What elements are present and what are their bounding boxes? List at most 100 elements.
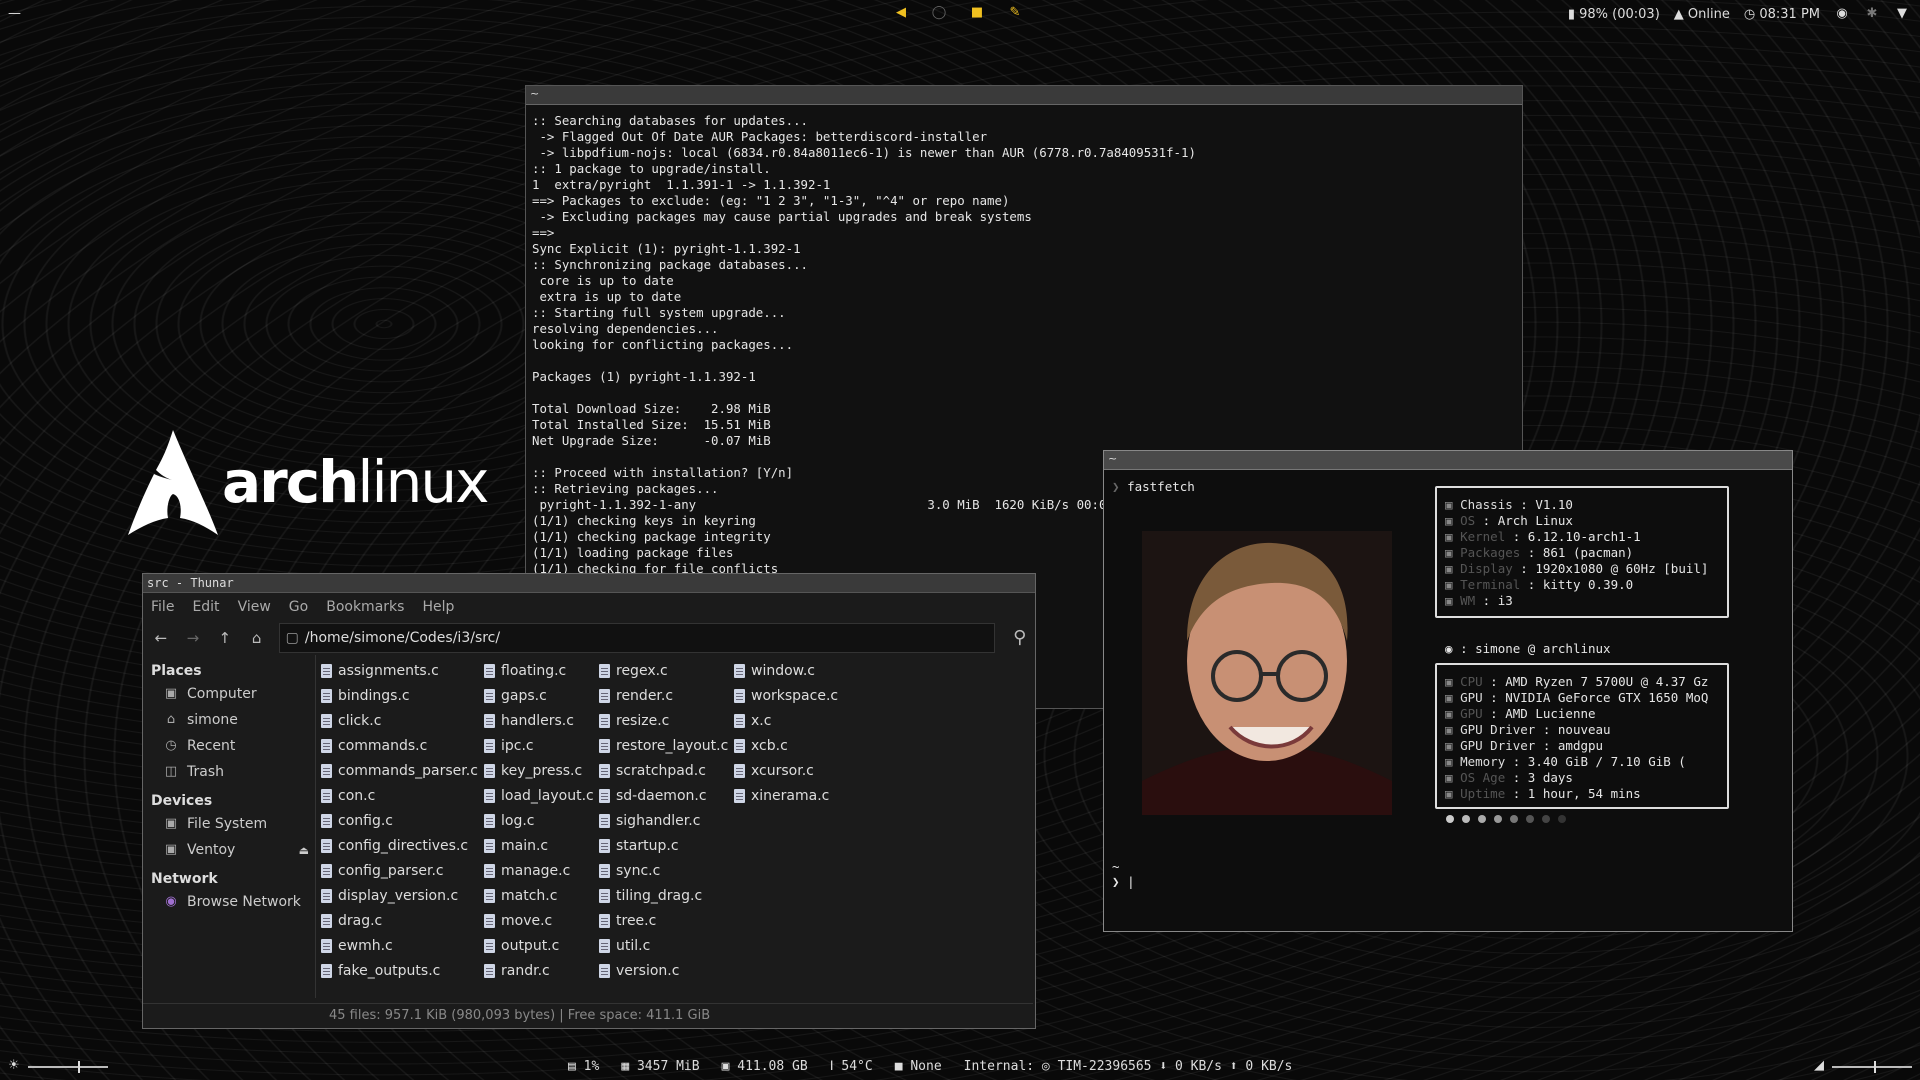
file-item[interactable]: commands.c — [321, 735, 427, 757]
volume-icon[interactable]: ◢ — [1814, 1058, 1824, 1073]
file-item[interactable]: regex.c — [599, 660, 668, 682]
file-item[interactable]: randr.c — [484, 960, 550, 982]
file-item[interactable]: util.c — [599, 935, 650, 957]
file-item[interactable]: tree.c — [599, 910, 656, 932]
file-item[interactable]: main.c — [484, 835, 548, 857]
menu-help[interactable]: Help — [422, 599, 454, 615]
top-bar-status: ▮ 98% (00:03) ▲ Online ◷ 08:31 PM ◉ ✱ ▼ — [1568, 6, 1910, 22]
terminal-window-fastfetch[interactable]: ~ ❯ fastfetch ▣ Chassis : V1.10 ▣ OS : Ar… — [1103, 450, 1793, 932]
vscode-icon[interactable]: ◀ — [893, 5, 909, 21]
file-item[interactable]: load_layout.c — [484, 785, 594, 807]
fastfetch-title: ~ — [1104, 451, 1792, 470]
file-item[interactable]: move.c — [484, 910, 552, 932]
file-item[interactable]: floating.c — [484, 660, 566, 682]
file-item[interactable]: scratchpad.c — [599, 760, 706, 782]
file-name: ipc.c — [501, 738, 534, 754]
sidebar-item-simone[interactable]: ⌂ simone — [143, 707, 315, 733]
file-item[interactable]: xinerama.c — [734, 785, 829, 807]
file-item[interactable]: click.c — [321, 710, 381, 732]
file-item[interactable]: tiling_drag.c — [599, 885, 702, 907]
file-item[interactable]: xcb.c — [734, 735, 788, 757]
file-item[interactable]: ipc.c — [484, 735, 534, 757]
file-item[interactable]: config_directives.c — [321, 835, 468, 857]
file-item[interactable]: bindings.c — [321, 685, 410, 707]
file-item[interactable]: key_press.c — [484, 760, 582, 782]
menu-edit[interactable]: Edit — [192, 599, 219, 615]
home-icon[interactable]: ⌂ — [247, 628, 267, 648]
bluetooth-icon[interactable]: ✱ — [1864, 6, 1880, 22]
forward-icon[interactable]: → — [183, 628, 203, 648]
discord-icon[interactable]: ◉ — [1834, 6, 1850, 22]
file-icon — [734, 789, 745, 803]
terminal-prompt[interactable]: ~ ❯ | — [1112, 859, 1135, 889]
editor-icon[interactable]: ✎ — [1007, 5, 1023, 21]
menu-bookmarks[interactable]: Bookmarks — [326, 599, 404, 615]
file-item[interactable]: workspace.c — [734, 685, 838, 707]
file-name: display_version.c — [338, 888, 459, 904]
file-name: xcursor.c — [751, 763, 814, 779]
back-icon[interactable]: ← — [151, 628, 171, 648]
search-icon[interactable]: ⚲ — [1013, 627, 1035, 649]
file-item[interactable]: startup.c — [599, 835, 679, 857]
file-icon — [321, 939, 332, 953]
brightness-slider[interactable] — [28, 1061, 108, 1073]
file-item[interactable]: window.c — [734, 660, 815, 682]
file-name: scratchpad.c — [616, 763, 706, 779]
file-item[interactable]: con.c — [321, 785, 375, 807]
file-item[interactable]: config_parser.c — [321, 860, 444, 882]
file-item[interactable]: display_version.c — [321, 885, 458, 907]
wifi-icon[interactable]: ▼ — [1894, 6, 1910, 22]
file-item[interactable]: manage.c — [484, 860, 570, 882]
file-item[interactable]: sync.c — [599, 860, 660, 882]
sidebar-section-devices: Devices — [151, 793, 213, 809]
file-item[interactable]: fake_outputs.c — [321, 960, 440, 982]
file-item[interactable]: sd-daemon.c — [599, 785, 707, 807]
file-item[interactable]: render.c — [599, 685, 673, 707]
file-item[interactable]: ewmh.c — [321, 935, 393, 957]
menu-go[interactable]: Go — [289, 599, 308, 615]
sidebar-item-recent[interactable]: ◷ Recent — [143, 733, 315, 759]
file-item[interactable]: x.c — [734, 710, 771, 732]
volume-slider[interactable] — [1832, 1061, 1912, 1073]
menu-file[interactable]: File — [151, 599, 174, 615]
file-name: x.c — [751, 713, 772, 729]
folder-icon[interactable]: ■ — [969, 5, 985, 21]
file-item[interactable]: output.c — [484, 935, 559, 957]
file-icon — [599, 664, 610, 678]
file-item[interactable]: xcursor.c — [734, 760, 814, 782]
file-name: con.c — [338, 788, 376, 804]
file-item[interactable]: handlers.c — [484, 710, 574, 732]
file-item[interactable]: assignments.c — [321, 660, 439, 682]
location-bar[interactable]: ▢ /home/simone/Codes/i3/src/ — [278, 623, 996, 653]
sidebar-item-trash[interactable]: ◫ Trash — [143, 759, 315, 785]
up-icon[interactable]: ↑ — [215, 628, 235, 648]
info-row: ▣ Chassis : V1.10 — [1445, 497, 1573, 512]
file-item[interactable]: match.c — [484, 885, 557, 907]
file-item[interactable]: gaps.c — [484, 685, 547, 707]
file-item[interactable]: log.c — [484, 810, 535, 832]
info-icon: ▣ — [1445, 577, 1461, 592]
sidebar-item-computer[interactable]: ▣ Computer — [143, 681, 315, 707]
trash-icon: ◫ — [164, 764, 178, 779]
file-icon — [321, 864, 332, 878]
file-name: util.c — [616, 938, 651, 954]
sidebar-item-browse-network[interactable]: ◉ Browse Network — [143, 889, 315, 915]
thunar-window[interactable]: src - Thunar File Edit View Go Bookmarks Help… — [142, 573, 1036, 1029]
drive-icon: ▣ — [164, 816, 178, 831]
eject-icon[interactable]: ⏏ — [299, 844, 309, 857]
menu-view[interactable]: View — [238, 599, 271, 615]
sidebar-item-filesystem[interactable]: ▣ File System — [143, 811, 315, 837]
file-item[interactable]: version.c — [599, 960, 679, 982]
file-item[interactable]: config.c — [321, 810, 393, 832]
sidebar-item-ventoy[interactable]: ▣ Ventoy ⏏ — [143, 837, 315, 863]
file-item[interactable]: sighandler.c — [599, 810, 700, 832]
file-item[interactable]: restore_layout.c — [599, 735, 728, 757]
fastfetch-command: ❯ fastfetch — [1112, 479, 1195, 494]
file-item[interactable]: commands_parser.c — [321, 760, 478, 782]
browser-icon[interactable]: ◯ — [931, 5, 947, 21]
file-item[interactable]: drag.c — [321, 910, 382, 932]
file-item[interactable]: resize.c — [599, 710, 669, 732]
info-icon: ▣ — [1445, 690, 1461, 705]
arch-linux-logo: archlinux — [128, 430, 490, 540]
brightness-icon[interactable]: ☀ — [8, 1058, 20, 1073]
